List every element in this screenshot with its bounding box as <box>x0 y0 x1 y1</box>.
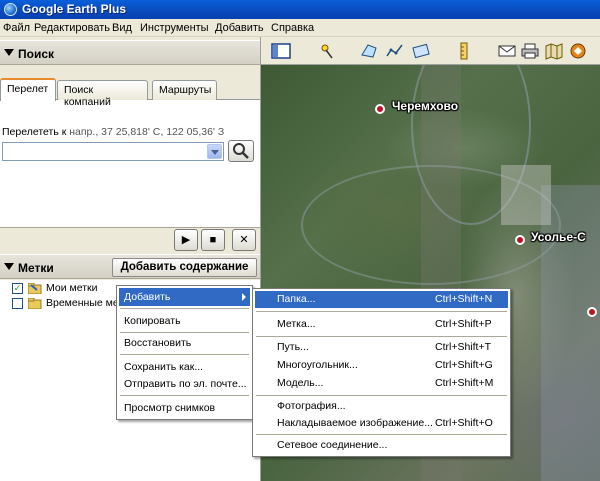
menu-item-add[interactable]: Добавить <box>119 288 250 306</box>
menu-separator <box>256 311 507 312</box>
menu-edit[interactable]: Редактировать <box>34 22 110 34</box>
tab-directions[interactable]: Маршруты <box>152 80 217 100</box>
fly-to-input[interactable] <box>2 142 224 161</box>
add-submenu: Папка... Ctrl+Shift+N Метка... Ctrl+Shif… <box>252 288 511 457</box>
submenu-item-model[interactable]: Модель... Ctrl+Shift+M <box>255 375 508 392</box>
submenu-item-folder[interactable]: Папка... Ctrl+Shift+N <box>255 291 508 308</box>
menu-item-revert[interactable]: Восстановить <box>119 334 250 352</box>
collapse-triangle-icon <box>4 49 14 56</box>
place-marker[interactable] <box>587 307 597 317</box>
urban-area <box>501 165 551 225</box>
search-panel-title: Поиск <box>18 47 55 61</box>
menu-tools[interactable]: Инструменты <box>140 22 209 34</box>
place-marker[interactable] <box>515 235 525 245</box>
menu-separator <box>120 395 249 396</box>
menu-item-email[interactable]: Отправить по эл. почте... <box>119 375 250 393</box>
fly-to-hint: напр., 37 25,818' С, 122 05,36' З <box>69 126 225 138</box>
window-title: Google Earth Plus <box>22 2 127 16</box>
submenu-item-path[interactable]: Путь... Ctrl+Shift+T <box>255 339 508 356</box>
play-button[interactable]: ▶ <box>174 229 198 251</box>
path-icon[interactable] <box>385 42 405 60</box>
add-content-button[interactable]: Добавить содержание <box>112 258 257 277</box>
submenu-item-image-overlay[interactable]: Накладываемое изображение... Ctrl+Shift+… <box>255 415 508 432</box>
folder-icon <box>28 283 42 294</box>
submenu-item-photo[interactable]: Фотография... <box>255 398 508 415</box>
collapse-triangle-icon <box>4 263 14 270</box>
menu-separator <box>120 308 249 309</box>
map-icon[interactable] <box>544 42 564 60</box>
menu-view[interactable]: Вид <box>112 22 132 34</box>
menu-separator <box>256 395 507 396</box>
app-globe-icon <box>4 3 17 16</box>
menu-add[interactable]: Добавить <box>215 22 264 34</box>
stop-button[interactable]: ■ <box>201 229 225 251</box>
google-maps-icon[interactable] <box>568 42 588 60</box>
search-magnifier-icon <box>233 143 249 159</box>
checkbox[interactable] <box>12 298 23 309</box>
menu-bar: Файл Редактировать Вид Инструменты Добав… <box>0 19 600 37</box>
tree-item-label: Мои метки <box>46 282 98 294</box>
placemark-pin-icon[interactable] <box>317 42 337 60</box>
title-bar: Google Earth Plus <box>0 0 600 19</box>
menu-help[interactable]: Справка <box>271 22 314 34</box>
menu-separator <box>256 336 507 337</box>
submenu-arrow-icon <box>242 293 246 301</box>
places-panel-title: Метки <box>18 261 54 275</box>
folder-icon <box>28 298 42 309</box>
place-label-usolye[interactable]: Усолье-С <box>531 230 586 244</box>
menu-file[interactable]: Файл <box>3 22 30 34</box>
menu-separator <box>256 434 507 435</box>
context-menu: Добавить Копировать Восстановить Сохрани… <box>116 285 253 420</box>
print-icon[interactable] <box>520 42 540 60</box>
fly-to-label: Перелететь к напр., 37 25,818' С, 122 05… <box>2 126 225 138</box>
checkbox[interactable]: ✓ <box>12 283 23 294</box>
menu-separator <box>120 354 249 355</box>
map-toolbar <box>261 37 600 65</box>
polygon-icon[interactable] <box>359 42 379 60</box>
tab-find-businesses[interactable]: Поиск компаний <box>57 80 148 108</box>
search-button[interactable] <box>228 140 254 162</box>
submenu-item-placemark[interactable]: Метка... Ctrl+Shift+P <box>255 316 508 333</box>
menu-separator <box>120 332 249 333</box>
places-panel-header[interactable]: Метки Добавить содержание <box>0 254 260 279</box>
tab-fly-to[interactable]: Перелет <box>0 78 56 101</box>
email-icon[interactable] <box>497 42 517 60</box>
sidebar-toggle-icon[interactable] <box>271 42 291 60</box>
ruler-icon[interactable] <box>454 42 474 60</box>
image-overlay-icon[interactable] <box>411 42 431 60</box>
place-marker[interactable] <box>375 104 385 114</box>
close-tour-button[interactable]: ✕ <box>232 229 256 251</box>
place-label-cheremkhovo[interactable]: Черемхово <box>392 99 458 113</box>
search-panel-header[interactable]: Поиск <box>0 40 260 65</box>
submenu-item-polygon[interactable]: Многоугольник... Ctrl+Shift+G <box>255 357 508 374</box>
menu-item-save-as[interactable]: Сохранить как... <box>119 358 250 376</box>
menu-item-copy[interactable]: Копировать <box>119 312 250 330</box>
menu-item-view-imagery[interactable]: Просмотр снимков <box>119 399 250 417</box>
search-tabs: Перелет Поиск компаний Маршруты <box>0 78 260 108</box>
playback-bar: ▶ ■ ✕ <box>0 228 260 254</box>
chevron-down-icon[interactable] <box>207 144 222 159</box>
submenu-item-network-link[interactable]: Сетевое соединение... <box>255 437 508 454</box>
